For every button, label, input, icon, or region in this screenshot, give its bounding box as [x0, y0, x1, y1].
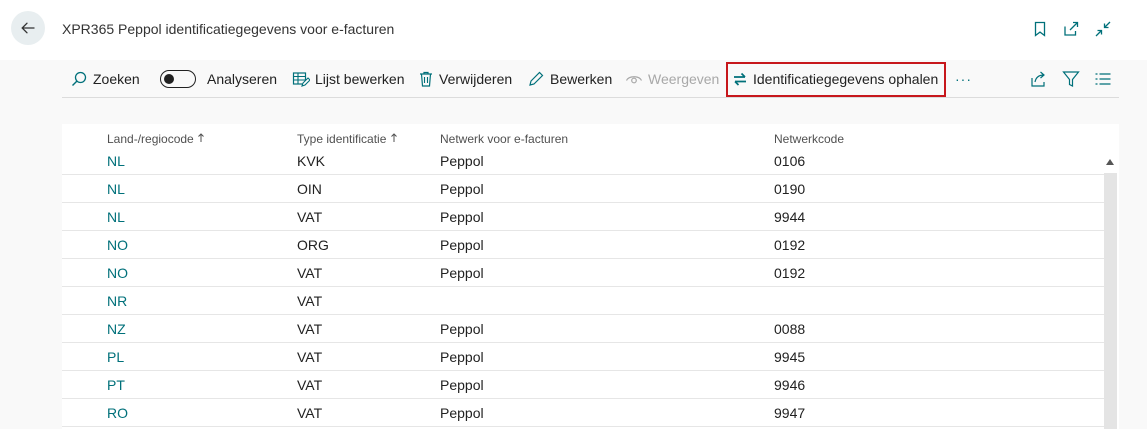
eye-icon	[625, 76, 643, 84]
type-cell: ORG	[297, 237, 329, 253]
code-cell: 0190	[774, 181, 806, 197]
data-grid: Land-/regiocode Type identificatie Netwe…	[62, 124, 1119, 429]
country-cell[interactable]: NL	[107, 209, 125, 225]
filter-icon[interactable]	[1062, 70, 1080, 88]
network-cell: Peppol	[440, 321, 484, 337]
view-button[interactable]: Weergeven	[625, 62, 719, 96]
collapse-icon[interactable]	[1094, 20, 1112, 38]
network-cell: Peppol	[440, 377, 484, 393]
page-title: XPR365 Peppol identificatiegegevens voor…	[62, 21, 395, 37]
delete-button[interactable]: Verwijderen	[418, 62, 512, 96]
page-header: XPR365 Peppol identificatiegegevens voor…	[0, 0, 1147, 60]
table-row[interactable]: PL VAT Peppol 9945	[62, 343, 1104, 371]
view-label: Weergeven	[648, 71, 720, 87]
edit-label: Bewerken	[550, 71, 613, 87]
type-cell: VAT	[297, 209, 323, 225]
more-label: ···	[955, 71, 972, 87]
analyze-toggle[interactable]: Analyseren	[160, 62, 277, 96]
table-row[interactable]: NO ORG Peppol 0192	[62, 231, 1104, 259]
search-label: Zoeken	[93, 71, 140, 87]
table-row[interactable]: NR VAT	[62, 287, 1104, 315]
country-cell[interactable]: NL	[107, 153, 125, 169]
edit-button[interactable]: Bewerken	[527, 62, 612, 96]
type-cell: VAT	[297, 405, 323, 421]
edit-list-icon	[292, 72, 310, 87]
type-cell: OIN	[297, 181, 322, 197]
list-view-icon[interactable]	[1094, 70, 1112, 88]
bookmark-icon[interactable]	[1031, 20, 1049, 38]
table-row[interactable]: NZ VAT Peppol 0088	[62, 315, 1104, 343]
sort-ascending-icon	[198, 133, 204, 142]
code-cell: 9945	[774, 349, 806, 365]
edit-list-button[interactable]: Lijst bewerken	[292, 62, 405, 96]
col-header-network[interactable]: Netwerk voor e-facturen	[440, 132, 568, 146]
action-bar: Zoeken Analyseren Lijst bewerken Verwijd…	[62, 62, 1119, 98]
back-button[interactable]	[11, 11, 45, 45]
table-row[interactable]: NO VAT Peppol 0192	[62, 259, 1104, 287]
network-cell: Peppol	[440, 265, 484, 281]
type-cell: KVK	[297, 153, 326, 169]
code-cell: 9947	[774, 405, 806, 421]
edit-list-label: Lijst bewerken	[315, 71, 405, 87]
pencil-icon	[529, 71, 544, 86]
scroll-up-button[interactable]	[1103, 155, 1117, 169]
network-cell: Peppol	[440, 181, 484, 197]
toggle-switch[interactable]	[160, 70, 196, 88]
country-cell[interactable]: RO	[107, 405, 128, 421]
trash-icon	[420, 71, 432, 87]
delete-label: Verwijderen	[439, 71, 513, 87]
sort-ascending-icon	[390, 133, 397, 142]
network-cell: Peppol	[440, 209, 484, 225]
code-cell: 0088	[774, 321, 806, 337]
code-cell: 0192	[774, 265, 806, 281]
country-cell[interactable]: NZ	[107, 321, 126, 337]
arrow-left-icon	[21, 22, 35, 34]
type-cell: VAT	[297, 349, 323, 365]
type-cell: VAT	[297, 377, 323, 393]
table-row[interactable]: NL VAT Peppol 9944	[62, 203, 1104, 231]
scrollbar[interactable]	[1104, 173, 1117, 429]
code-cell: 9944	[774, 209, 806, 225]
network-cell: Peppol	[440, 349, 484, 365]
country-cell[interactable]: NO	[107, 265, 128, 281]
col-header-type[interactable]: Type identificatie	[297, 132, 398, 146]
code-cell: 0106	[774, 153, 806, 169]
network-cell: Peppol	[440, 237, 484, 253]
network-cell: Peppol	[440, 405, 484, 421]
highlight-box	[726, 62, 946, 97]
analyze-label: Analyseren	[207, 71, 278, 87]
table-row[interactable]: RO VAT Peppol 9947	[62, 399, 1104, 427]
col-header-country[interactable]: Land-/regiocode	[107, 132, 205, 146]
network-cell: Peppol	[440, 153, 484, 169]
search-button[interactable]: Zoeken	[70, 62, 140, 96]
open-new-window-icon[interactable]	[1062, 20, 1080, 38]
search-icon	[72, 71, 87, 86]
country-cell[interactable]: NL	[107, 181, 125, 197]
code-cell: 0192	[774, 237, 806, 253]
caret-up-icon	[1106, 159, 1114, 165]
country-cell[interactable]: NR	[107, 293, 127, 309]
table-row[interactable]: NL KVK Peppol 0106	[62, 147, 1104, 175]
more-options-button[interactable]: ···	[955, 62, 972, 96]
table-row[interactable]: PT VAT Peppol 9946	[62, 371, 1104, 399]
type-cell: VAT	[297, 293, 323, 309]
type-cell: VAT	[297, 265, 323, 281]
share-icon[interactable]	[1029, 70, 1047, 88]
code-cell: 9946	[774, 377, 806, 393]
type-cell: VAT	[297, 321, 323, 337]
col-header-code[interactable]: Netwerkcode	[774, 132, 844, 146]
table-row[interactable]: NL OIN Peppol 0190	[62, 175, 1104, 203]
country-cell[interactable]: PT	[107, 377, 125, 393]
country-cell[interactable]: NO	[107, 237, 128, 253]
country-cell[interactable]: PL	[107, 349, 124, 365]
